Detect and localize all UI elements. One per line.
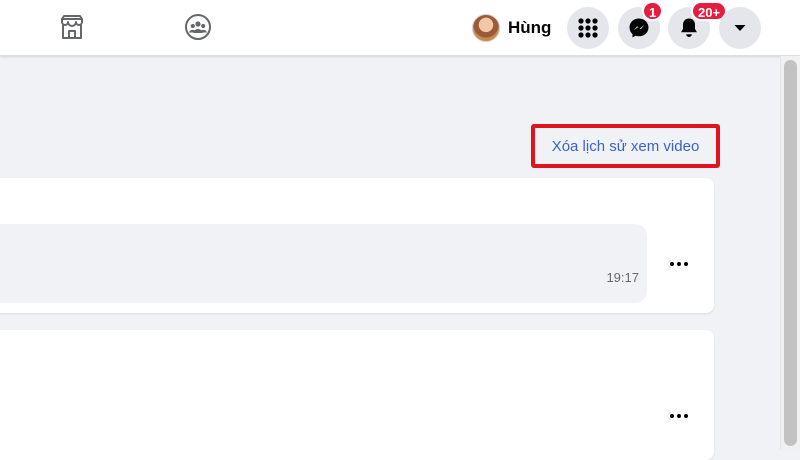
- item-timestamp: 19:17: [606, 270, 639, 285]
- history-card: [0, 330, 714, 460]
- notifications-button[interactable]: 20+: [668, 1, 728, 49]
- more-options-button[interactable]: [664, 401, 694, 431]
- top-navigation-bar: Hùng 1 20+: [0, 0, 800, 56]
- history-item-preview[interactable]: 19:17: [0, 224, 647, 303]
- storefront-icon: [61, 15, 83, 39]
- profile-name: Hùng: [508, 18, 552, 37]
- more-dots-icon: [669, 262, 690, 266]
- clear-video-history-link[interactable]: Xóa lịch sử xem video: [552, 138, 700, 155]
- bell-icon: [681, 18, 697, 37]
- caret-down-icon: [734, 25, 746, 31]
- account-button[interactable]: [719, 7, 761, 49]
- page-scrollbar[interactable]: [780, 56, 800, 450]
- groups-icon: [185, 14, 211, 40]
- more-options-button[interactable]: [664, 249, 694, 279]
- messenger-icon: [629, 18, 649, 38]
- menu-button[interactable]: [567, 7, 609, 49]
- history-card: 19:17: [0, 178, 714, 313]
- avatar: [472, 14, 500, 42]
- scrollbar-thumb[interactable]: [784, 60, 797, 446]
- marketplace-tab[interactable]: [57, 12, 87, 42]
- more-dots-icon: [669, 414, 690, 418]
- messenger-button[interactable]: 1: [618, 1, 664, 49]
- highlight-box: Xóa lịch sử xem video: [531, 124, 720, 168]
- messenger-badge: 1: [642, 1, 664, 21]
- grid-menu-icon: [578, 18, 598, 38]
- groups-tab[interactable]: [183, 12, 213, 42]
- profile-shortcut[interactable]: Hùng: [468, 8, 563, 48]
